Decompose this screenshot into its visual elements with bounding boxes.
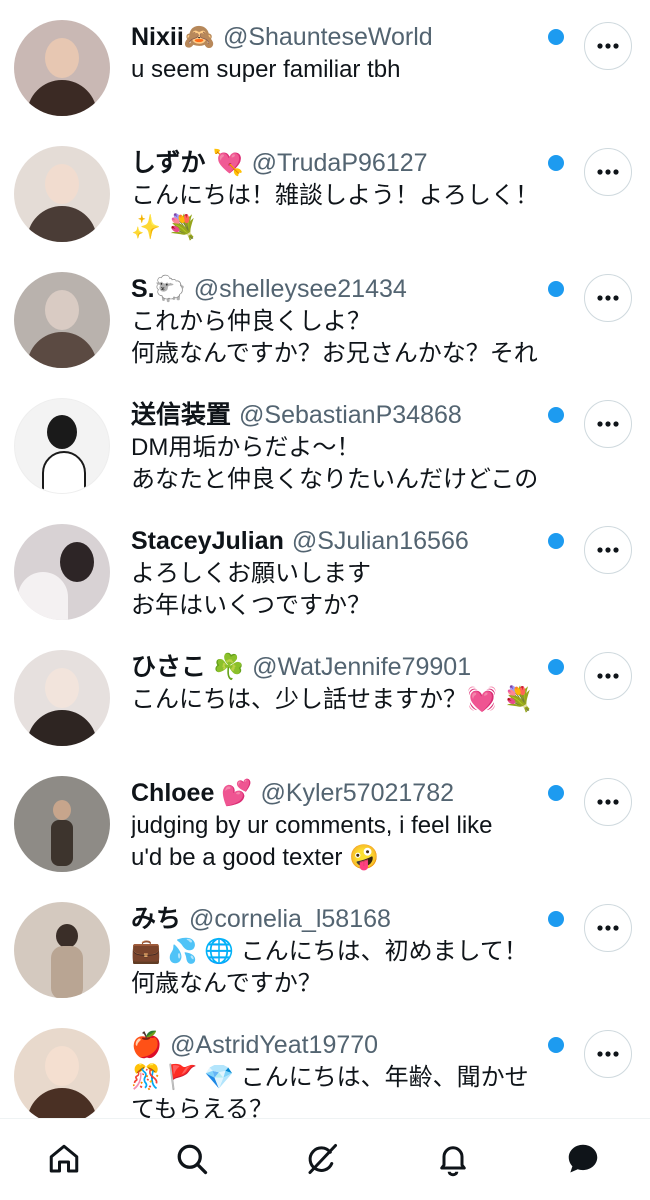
conversation-row[interactable]: Chloee 💕 @Kyler57021782 judging by ur com… [0, 756, 650, 882]
more-dots-icon [597, 169, 619, 175]
messages-icon [568, 1144, 598, 1173]
unread-indicator [548, 1037, 564, 1053]
display-name: しずか 💘 [131, 149, 244, 177]
more-dots-icon [597, 421, 619, 427]
avatar[interactable] [14, 524, 110, 620]
conversation-row[interactable]: みち @cornelia_l58168 💼 💦 🌐 こんにちは、初めまして！ 何歳… [0, 882, 650, 1008]
unread-indicator [548, 911, 564, 927]
conversation-row[interactable]: S.🐑 @shelleysee21434 これから仲良くしよ？ 何歳なんですか？お… [0, 252, 650, 378]
more-dots-icon [597, 547, 619, 553]
avatar[interactable] [14, 20, 110, 116]
user-handle: @shelleysee21434 [193, 275, 407, 303]
conversation-row[interactable]: StaceyJulian @SJulian16566 よろしくお願いします お年は… [0, 504, 650, 630]
more-options-button[interactable] [584, 1030, 632, 1078]
more-options-button[interactable] [584, 526, 632, 574]
unread-indicator [548, 407, 564, 423]
message-preview: judging by ur comments, i feel like u'd … [131, 812, 493, 871]
unread-indicator [548, 281, 564, 297]
display-name: Nixii🙈 [131, 23, 215, 51]
message-preview: DM用垢からだよ〜！ あなたと仲良くなりたいんだけどこの [131, 434, 539, 493]
conversation-header: みち @cornelia_l58168 [131, 902, 546, 936]
tab-grok[interactable] [300, 1137, 344, 1181]
more-dots-icon [597, 925, 619, 931]
conversation-row[interactable]: Nixii🙈 @ShaunteseWorld u seem super famil… [0, 0, 650, 126]
tab-notifications[interactable] [431, 1137, 475, 1181]
user-handle: @AstridYeat19770 [170, 1031, 379, 1059]
user-handle: @cornelia_l58168 [189, 905, 391, 933]
conversation-header: 送信装置 @SebastianP34868 [131, 398, 546, 432]
avatar[interactable] [14, 398, 110, 494]
avatar[interactable] [14, 146, 110, 242]
message-preview: よろしくお願いします お年はいくつですか？ [131, 560, 371, 619]
conversation-header: 🍎 @AstridYeat19770 [131, 1028, 546, 1062]
conversation-header: StaceyJulian @SJulian16566 [131, 524, 546, 558]
more-options-button[interactable] [584, 22, 632, 70]
avatar[interactable] [14, 272, 110, 368]
conversation-list[interactable]: Nixii🙈 @ShaunteseWorld u seem super famil… [0, 0, 650, 1118]
more-options-button[interactable] [584, 148, 632, 196]
conversation-header: Nixii🙈 @ShaunteseWorld [131, 20, 546, 54]
home-icon [49, 1144, 79, 1173]
conversation-row[interactable]: 🍎 @AstridYeat19770 🎊 🚩 💎 こんにちは、年齢、聞かせ てもら… [0, 1008, 650, 1118]
user-handle: @Kyler57021782 [260, 779, 455, 807]
unread-indicator [548, 785, 564, 801]
unread-indicator [548, 155, 564, 171]
display-name: S.🐑 [131, 275, 186, 303]
conversation-row[interactable]: 送信装置 @SebastianP34868 DM用垢からだよ〜！ あなたと仲良くな… [0, 378, 650, 504]
display-name: 🍎 [131, 1031, 163, 1059]
display-name: みち [131, 905, 182, 933]
display-name: ひさこ ☘️ [131, 653, 245, 681]
user-handle: @ShaunteseWorld [222, 23, 433, 51]
more-options-button[interactable] [584, 778, 632, 826]
more-options-button[interactable] [584, 400, 632, 448]
avatar[interactable] [14, 902, 110, 998]
unread-indicator [548, 533, 564, 549]
display-name: 送信装置 [131, 401, 232, 429]
more-dots-icon [597, 673, 619, 679]
message-preview: こんにちは！雑談しよう！よろしく！ ✨ 💐 [131, 182, 539, 241]
message-preview: 💼 💦 🌐 こんにちは、初めまして！ 何歳なんですか？ [131, 938, 528, 997]
conversation-row[interactable]: しずか 💘 @TrudaP96127 こんにちは！雑談しよう！よろしく！ ✨ 💐 [0, 126, 650, 252]
more-dots-icon [597, 799, 619, 805]
unread-indicator [548, 659, 564, 675]
more-dots-icon [597, 295, 619, 301]
more-options-button[interactable] [584, 274, 632, 322]
display-name: Chloee 💕 [131, 779, 253, 807]
tab-home[interactable] [42, 1137, 86, 1181]
more-dots-icon [597, 1051, 619, 1057]
user-handle: @SJulian16566 [291, 527, 469, 555]
search-icon [177, 1144, 208, 1175]
user-handle: @SebastianP34868 [239, 401, 462, 429]
conversation-header: しずか 💘 @TrudaP96127 [131, 146, 546, 180]
more-options-button[interactable] [584, 652, 632, 700]
message-preview: u seem super familiar tbh [131, 56, 401, 83]
user-handle: @TrudaP96127 [251, 149, 428, 177]
conversation-header: ひさこ ☘️ @WatJennife79901 [131, 650, 546, 684]
conversation-header: Chloee 💕 @Kyler57021782 [131, 776, 546, 810]
user-handle: @WatJennife79901 [252, 653, 472, 681]
bottom-tab-bar [0, 1118, 650, 1200]
tab-messages[interactable] [561, 1137, 605, 1181]
message-preview: こんにちは、少し話せますか？💓 💐 [131, 686, 534, 713]
message-preview: これから仲良くしよ？ 何歳なんですか？お兄さんかな？それ [131, 308, 538, 367]
conversation-header: S.🐑 @shelleysee21434 [131, 272, 546, 306]
display-name: StaceyJulian [131, 527, 284, 555]
conversation-row[interactable]: ひさこ ☘️ @WatJennife79901 こんにちは、少し話せますか？💓 💐 [0, 630, 650, 756]
more-options-button[interactable] [584, 904, 632, 952]
message-preview: 🎊 🚩 💎 こんにちは、年齢、聞かせ てもらえる？ [131, 1064, 529, 1118]
more-dots-icon [597, 43, 619, 49]
grok-icon [308, 1144, 337, 1174]
tab-search[interactable] [170, 1137, 214, 1181]
avatar[interactable] [14, 1028, 110, 1118]
avatar[interactable] [14, 776, 110, 872]
unread-indicator [548, 29, 564, 45]
avatar[interactable] [14, 650, 110, 746]
bell-icon [440, 1146, 466, 1177]
